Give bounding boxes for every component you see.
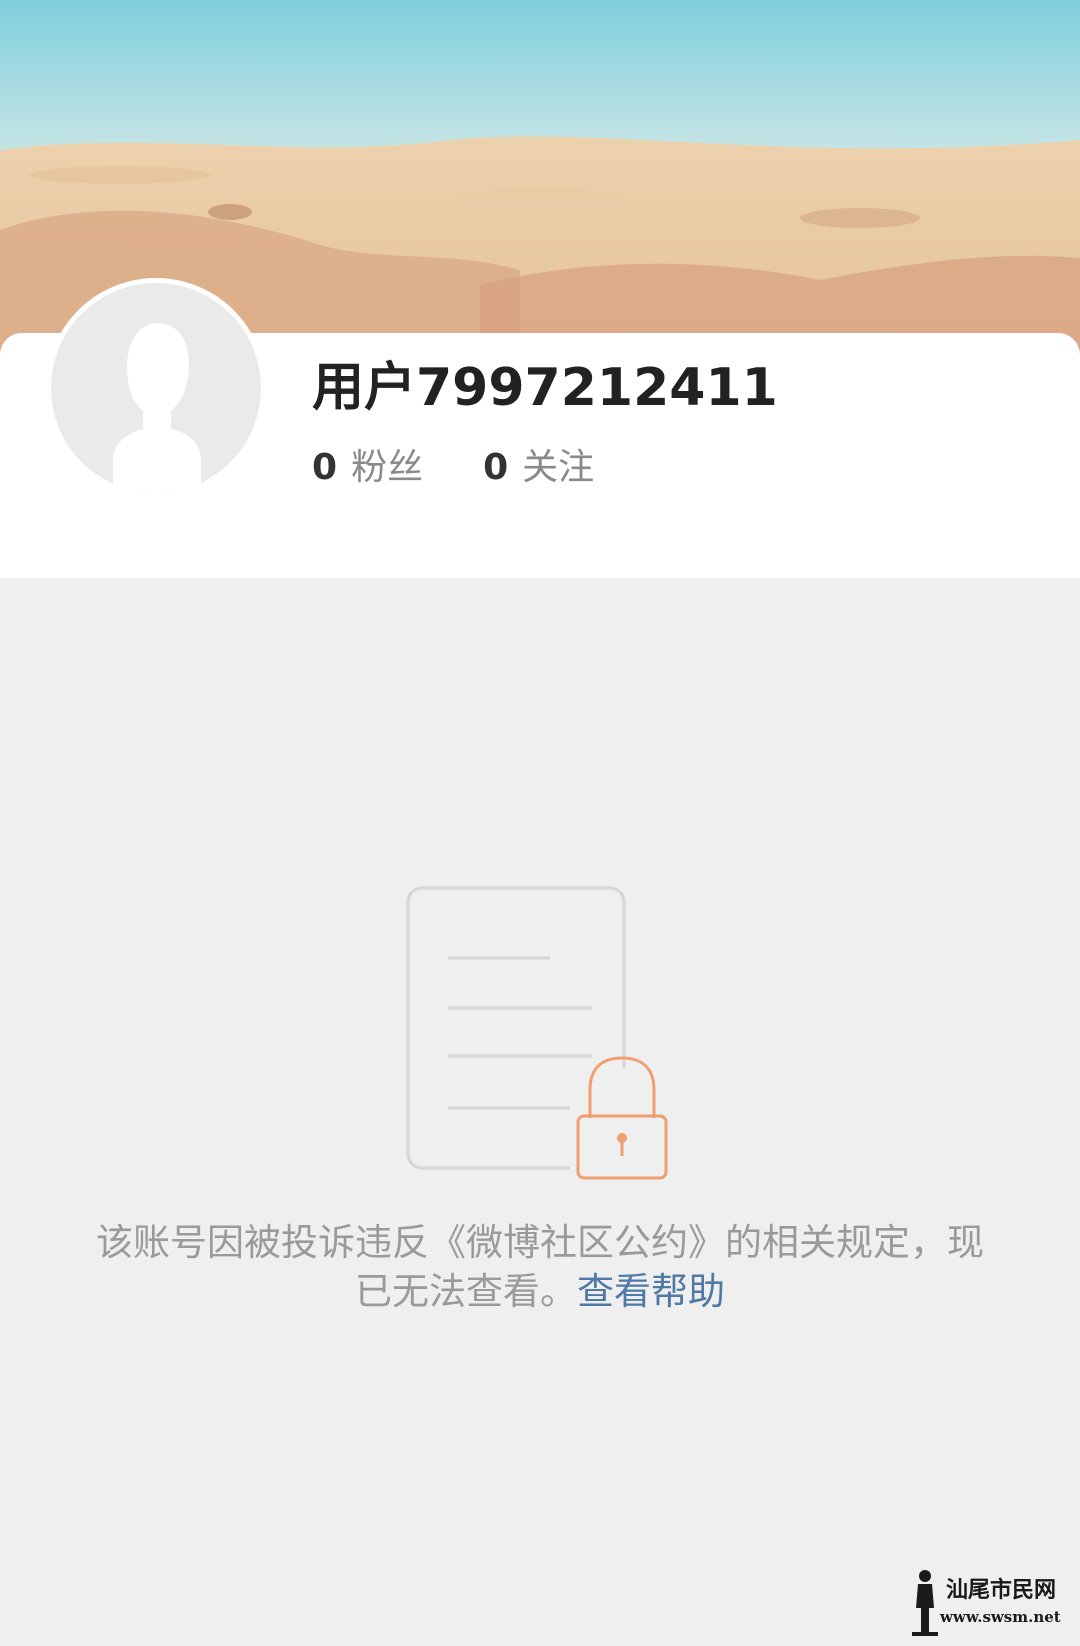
avatar-silhouette-icon: [113, 323, 201, 493]
watermark-url: www.swsm.net: [940, 1608, 1061, 1626]
profile-stats: 0 粉丝 0 关注: [312, 438, 654, 488]
followers-label: 粉丝: [351, 447, 424, 488]
username: 用户7997212411: [312, 358, 778, 418]
watermark-figure-icon: [912, 1570, 938, 1636]
site-watermark: 汕尾市民网 www.swsm.net: [910, 1568, 1070, 1640]
avatar[interactable]: [46, 278, 266, 498]
default-avatar-icon: [51, 283, 261, 493]
watermark-site-name: 汕尾市民网: [946, 1577, 1057, 1603]
followers-stat[interactable]: 0 粉丝: [312, 438, 423, 490]
following-label: 关注: [522, 447, 595, 488]
blocked-message-text: 该账号因被投诉违反《微博社区公约》的相关规定，现已无法查看。: [96, 1221, 984, 1313]
following-count: 0: [483, 447, 509, 488]
blocked-message: 该账号因被投诉违反《微博社区公约》的相关规定，现已无法查看。查看帮助: [90, 1218, 990, 1316]
following-stat[interactable]: 0 关注: [483, 438, 594, 490]
view-help-link[interactable]: 查看帮助: [577, 1270, 725, 1313]
followers-count: 0: [312, 447, 338, 488]
document-lock-icon: [400, 882, 690, 1192]
